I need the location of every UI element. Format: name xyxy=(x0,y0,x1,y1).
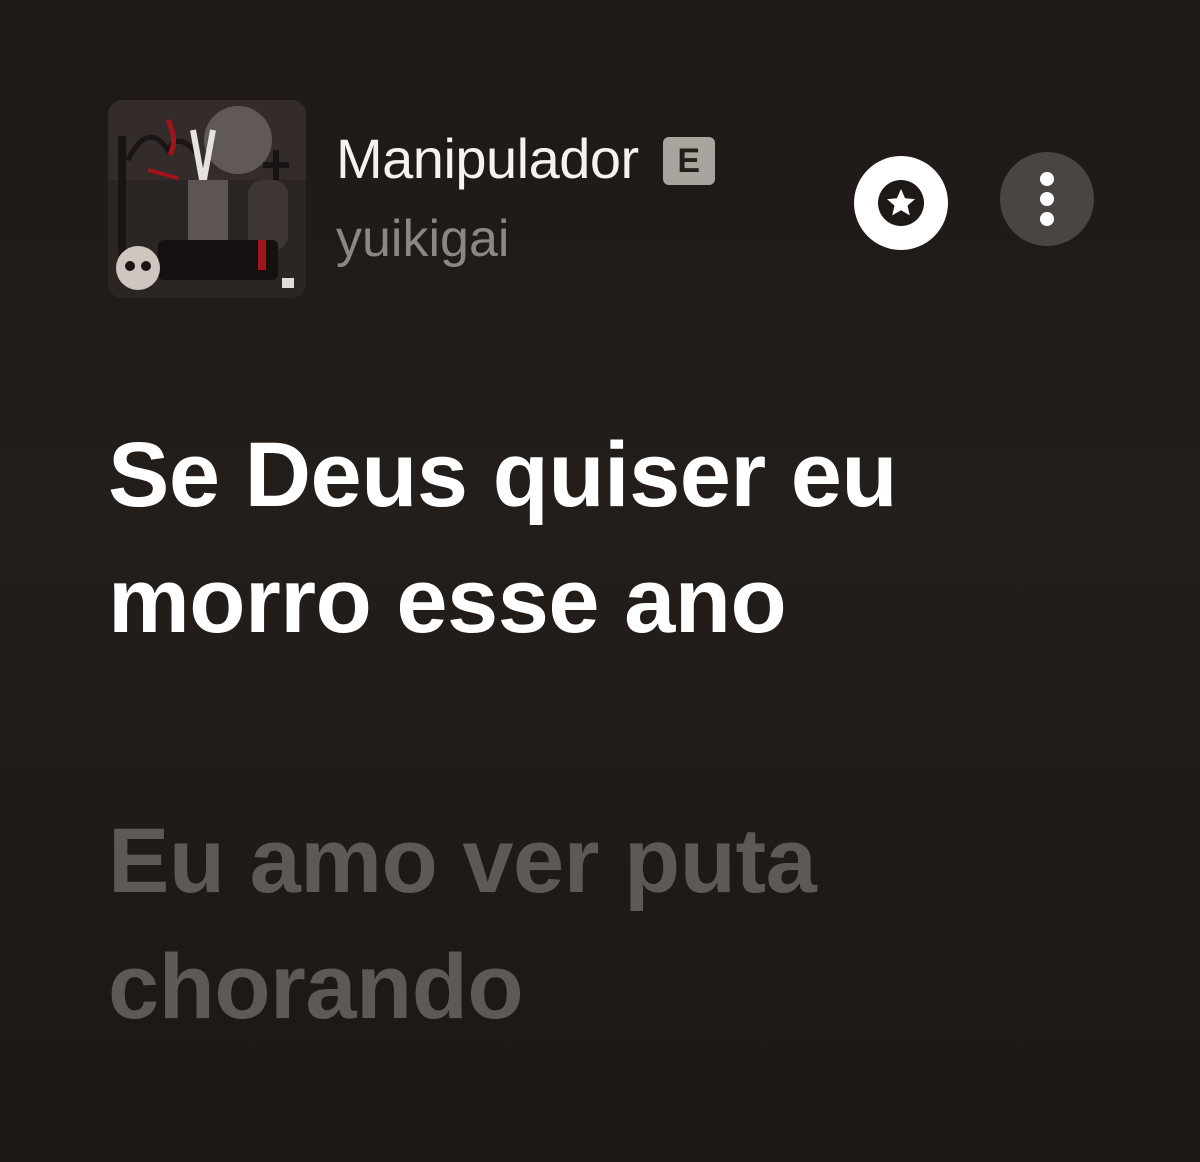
track-info: Manipulador E yuikigai xyxy=(336,124,715,272)
upcoming-lyric-line[interactable]: Eu amo ver puta chorando xyxy=(108,798,1108,1050)
album-artwork[interactable] xyxy=(108,100,306,298)
explicit-badge: E xyxy=(662,137,715,185)
now-playing-header: Manipulador E yuikigai xyxy=(108,100,1098,300)
album-artwork-image xyxy=(108,100,306,298)
more-vertical-icon xyxy=(1040,172,1054,226)
current-lyric-line[interactable]: Se Deus quiser eu morro esse ano xyxy=(108,412,1108,664)
artist-name[interactable]: yuikigai xyxy=(336,206,715,272)
track-title[interactable]: Manipulador xyxy=(336,124,639,194)
title-row: Manipulador E xyxy=(336,124,715,194)
more-options-button[interactable] xyxy=(1000,152,1094,246)
star-icon xyxy=(878,180,924,226)
favorite-button[interactable] xyxy=(854,156,948,250)
